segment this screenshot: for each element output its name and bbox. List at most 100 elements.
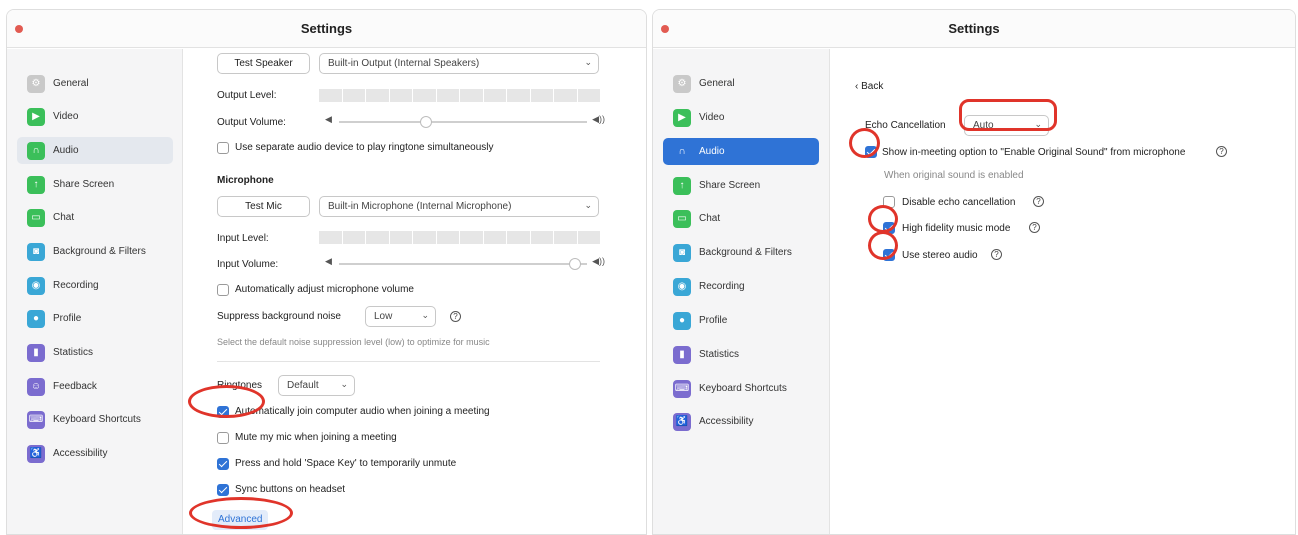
gear-icon: ⚙ (27, 74, 45, 93)
share-screen-icon: ↑ (27, 175, 45, 194)
help-icon[interactable]: ? (1216, 146, 1227, 157)
input-volume-label: Input Volume: (217, 259, 279, 270)
speaker-low-icon: ◀ (325, 256, 332, 266)
sidebar-item-label: Recording (53, 280, 99, 291)
sidebar-item-statistics[interactable]: ▮ Statistics (17, 339, 173, 366)
sidebar-item-share-screen[interactable]: ↑ Share Screen (663, 172, 819, 199)
test-mic-button[interactable]: Test Mic (217, 196, 310, 217)
sidebar-item-statistics[interactable]: ▮ Statistics (663, 341, 819, 368)
sidebar-item-label: Recording (699, 281, 745, 292)
close-window-button[interactable] (661, 25, 669, 33)
record-icon: ◉ (27, 276, 45, 295)
slider-knob[interactable] (419, 116, 432, 128)
test-speaker-button[interactable]: Test Speaker (217, 53, 310, 74)
sidebar: ⚙ General ▶ Video ∩ Audio ↑ Share Screen ▭ Ch… (653, 49, 830, 534)
speaker-high-icon: ◀)) (592, 114, 605, 124)
ringtones-select[interactable]: Default ⌄ (278, 375, 355, 396)
keyboard-icon: ⌨ (673, 379, 691, 398)
sidebar-item-background-filters[interactable]: ◙ Background & Filters (17, 238, 173, 265)
sidebar-item-label: Profile (699, 315, 728, 326)
sidebar-item-video[interactable]: ▶ Video (17, 103, 173, 130)
chat-bubble-icon: ▭ (27, 208, 45, 227)
help-icon[interactable]: ? (450, 311, 461, 322)
sidebar-item-background-filters[interactable]: ◙ Background & Filters (663, 239, 819, 266)
sidebar-item-label: Video (699, 112, 725, 123)
video-camera-icon: ▶ (27, 107, 45, 126)
bar-chart-icon: ▮ (673, 345, 691, 364)
share-screen-icon: ↑ (673, 176, 691, 195)
annotation-circle (188, 385, 265, 418)
stereo-audio-label: Use stereo audio (902, 250, 978, 261)
sidebar-item-feedback[interactable]: ☺ Feedback (17, 373, 173, 400)
sidebar-item-label: Accessibility (699, 416, 754, 427)
annotation-circle (868, 231, 898, 260)
sidebar-item-label: Chat (53, 212, 75, 223)
microphone-device-select[interactable]: Built-in Microphone (Internal Microphone… (319, 196, 599, 217)
advanced-audio-panel: ‹ Back Echo Cancellation Auto ⌄ Show in-m… (831, 49, 1295, 534)
output-volume-slider[interactable]: ◀ ◀)) (321, 114, 605, 129)
annotation-circle (189, 497, 293, 529)
ringtones-value: Default (287, 380, 319, 391)
sidebar-item-keyboard-shortcuts[interactable]: ⌨ Keyboard Shortcuts (17, 406, 173, 433)
original-sound-label: Show in-meeting option to "Enable Origin… (882, 147, 1186, 158)
profile-icon: ● (673, 311, 691, 330)
keyboard-icon: ⌨ (27, 410, 45, 429)
sidebar-item-profile[interactable]: ● Profile (17, 305, 173, 332)
help-icon[interactable]: ? (1033, 196, 1044, 207)
microphone-device-value: Built-in Microphone (Internal Microphone… (328, 201, 512, 212)
sidebar-item-chat[interactable]: ▭ Chat (17, 204, 173, 231)
sidebar-item-label: Audio (53, 145, 79, 156)
sidebar-item-audio[interactable]: ∩ Audio (663, 138, 819, 165)
slider-knob[interactable] (568, 258, 581, 270)
output-level-label: Output Level: (217, 90, 277, 101)
separate-ringtone-label: Use separate audio device to play ringto… (235, 142, 494, 153)
sidebar-item-share-screen[interactable]: ↑ Share Screen (17, 171, 173, 198)
sidebar-item-label: Profile (53, 313, 82, 324)
space-key-unmute-checkbox[interactable] (217, 458, 229, 470)
sidebar-item-chat[interactable]: ▭ Chat (663, 205, 819, 232)
input-volume-slider[interactable]: ◀ ◀)) (321, 256, 605, 271)
divider (217, 361, 600, 362)
original-sound-subheading: When original sound is enabled (884, 170, 1024, 181)
back-label: Back (861, 81, 884, 92)
settings-window-left: Settings ⚙ General ▶ Video ∩ Audio ↑ Share S… (6, 9, 647, 535)
sidebar-item-keyboard-shortcuts[interactable]: ⌨ Keyboard Shortcuts (663, 375, 819, 402)
help-icon[interactable]: ? (1029, 222, 1040, 233)
output-volume-label: Output Volume: (217, 117, 286, 128)
sidebar-item-recording[interactable]: ◉ Recording (663, 273, 819, 300)
suppress-noise-hint: Select the default noise suppression lev… (217, 337, 490, 347)
disable-echo-label: Disable echo cancellation (902, 197, 1016, 208)
separate-ringtone-checkbox[interactable] (217, 142, 229, 154)
sidebar-item-label: Keyboard Shortcuts (699, 383, 787, 394)
auto-adjust-mic-label: Automatically adjust microphone volume (235, 284, 414, 295)
sidebar-item-accessibility[interactable]: ♿ Accessibility (17, 440, 173, 467)
sidebar-item-profile[interactable]: ● Profile (663, 307, 819, 334)
help-icon[interactable]: ? (991, 249, 1002, 260)
space-key-unmute-label: Press and hold 'Space Key' to temporaril… (235, 458, 457, 469)
speaker-device-select[interactable]: Built-in Output (Internal Speakers) ⌄ (319, 53, 599, 74)
accessibility-icon: ♿ (27, 444, 45, 463)
chevron-down-icon: ⌄ (584, 200, 592, 210)
sidebar-item-recording[interactable]: ◉ Recording (17, 272, 173, 299)
chevron-down-icon: ⌄ (421, 310, 429, 320)
person-background-icon: ◙ (27, 242, 45, 261)
mute-mic-checkbox[interactable] (217, 432, 229, 444)
sidebar-item-label: General (699, 78, 735, 89)
record-icon: ◉ (673, 277, 691, 296)
bar-chart-icon: ▮ (27, 343, 45, 362)
sidebar-item-accessibility[interactable]: ♿ Accessibility (663, 408, 819, 435)
sync-headset-checkbox[interactable] (217, 484, 229, 496)
sidebar-item-general[interactable]: ⚙ General (17, 70, 173, 97)
sidebar-item-general[interactable]: ⚙ General (663, 70, 819, 97)
sidebar-item-label: Chat (699, 213, 721, 224)
chevron-down-icon: ⌄ (584, 57, 592, 67)
headphones-icon: ∩ (678, 146, 686, 157)
auto-adjust-mic-checkbox[interactable] (217, 284, 229, 296)
close-window-button[interactable] (15, 25, 23, 33)
suppress-noise-select[interactable]: Low ⌄ (365, 306, 436, 327)
speaker-device-value: Built-in Output (Internal Speakers) (328, 58, 480, 69)
back-link[interactable]: ‹ Back (855, 81, 883, 92)
sidebar-item-audio[interactable]: ∩ Audio (17, 137, 173, 164)
sidebar-item-video[interactable]: ▶ Video (663, 104, 819, 131)
audio-settings-panel: Test Speaker Built-in Output (Internal S… (184, 49, 646, 534)
